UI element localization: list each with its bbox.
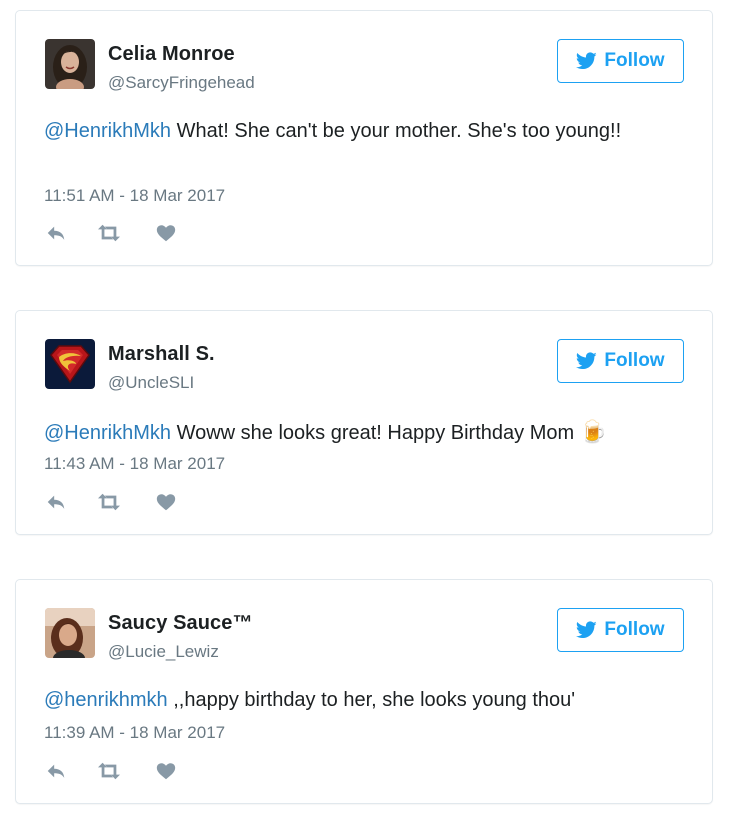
- woman-selfie-avatar-icon: [45, 608, 95, 658]
- tweet-text: @henrikhmkh ,,happy birthday to her, she…: [44, 685, 692, 716]
- tweet-body: What! She can't be your mother. She's to…: [171, 120, 622, 142]
- twitter-bird-icon: [576, 52, 598, 70]
- tweet-feed: Celia Monroe @SarcyFringehead Follow @He…: [0, 0, 730, 822]
- heart-icon: [156, 494, 176, 511]
- heart-icon: [156, 763, 176, 780]
- author-name[interactable]: Marshall S.: [108, 343, 215, 366]
- timestamp[interactable]: 11:43 AM - 18 Mar 2017: [44, 454, 225, 474]
- follow-label: Follow: [604, 350, 665, 371]
- tweet-text: @HenrikhMkh Woww she looks great! Happy …: [44, 416, 692, 449]
- author-handle[interactable]: @UncleSLI: [108, 373, 194, 393]
- tweet-body: Woww she looks great! Happy Birthday Mom: [171, 422, 580, 444]
- retweet-button[interactable]: [96, 760, 122, 782]
- reply-button[interactable]: [45, 491, 67, 513]
- twitter-bird-icon: [576, 352, 598, 370]
- reply-icon: [47, 764, 65, 778]
- woman-portrait-avatar-icon: [45, 39, 95, 89]
- like-button[interactable]: [155, 222, 177, 244]
- timestamp[interactable]: 11:39 AM - 18 Mar 2017: [44, 723, 225, 743]
- retweet-button[interactable]: [96, 222, 122, 244]
- retweet-icon: [98, 493, 120, 511]
- tweet-card: Saucy Sauce™ @Lucie_Lewiz Follow @henrik…: [15, 579, 713, 804]
- author-name[interactable]: Saucy Sauce™: [108, 612, 253, 635]
- superman-shield-avatar-icon: [45, 339, 95, 389]
- mention-link[interactable]: @henrikhmkh: [44, 689, 168, 711]
- heart-icon: [156, 225, 176, 242]
- author-handle[interactable]: @SarcyFringehead: [108, 73, 255, 93]
- reply-icon: [47, 495, 65, 509]
- follow-label: Follow: [604, 50, 665, 71]
- retweet-icon: [98, 224, 120, 242]
- timestamp[interactable]: 11:51 AM - 18 Mar 2017: [44, 186, 225, 206]
- reply-button[interactable]: [45, 760, 67, 782]
- tweet-card: Marshall S. @UncleSLI Follow @HenrikhMkh…: [15, 310, 713, 535]
- tweet-body: ,,happy birthday to her, she looks young…: [167, 689, 576, 711]
- mention-link[interactable]: @HenrikhMkh: [44, 120, 171, 142]
- author-handle[interactable]: @Lucie_Lewiz: [108, 642, 219, 662]
- like-button[interactable]: [155, 491, 177, 513]
- tweet-text: @HenrikhMkh What! She can't be your moth…: [44, 116, 642, 147]
- avatar[interactable]: [45, 339, 95, 389]
- mention-link[interactable]: @HenrikhMkh: [44, 422, 171, 444]
- reply-icon: [47, 226, 65, 240]
- follow-button[interactable]: Follow: [557, 39, 684, 83]
- follow-label: Follow: [604, 619, 665, 640]
- follow-button[interactable]: Follow: [557, 608, 684, 652]
- retweet-button[interactable]: [96, 491, 122, 513]
- author-name[interactable]: Celia Monroe: [108, 43, 235, 66]
- reply-button[interactable]: [45, 222, 67, 244]
- beer-mug-emoji: 🍺: [579, 419, 608, 444]
- avatar[interactable]: [45, 608, 95, 658]
- follow-button[interactable]: Follow: [557, 339, 684, 383]
- twitter-bird-icon: [576, 621, 598, 639]
- like-button[interactable]: [155, 760, 177, 782]
- retweet-icon: [98, 762, 120, 780]
- tweet-card: Celia Monroe @SarcyFringehead Follow @He…: [15, 10, 713, 266]
- avatar[interactable]: [45, 39, 95, 89]
